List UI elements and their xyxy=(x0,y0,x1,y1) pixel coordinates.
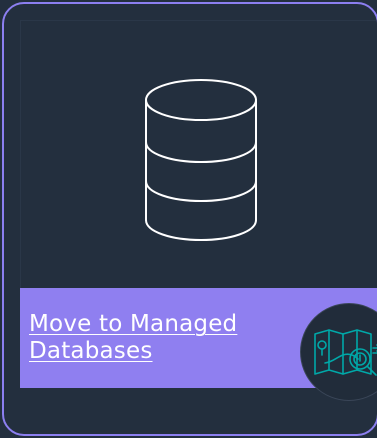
database-icon xyxy=(145,79,257,242)
card-hero xyxy=(20,20,377,288)
card-title-link[interactable]: Move to Managed Databases xyxy=(29,311,289,365)
migration-map-icon xyxy=(314,329,377,376)
databases-card[interactable]: Move to Managed Databases xyxy=(2,2,377,436)
